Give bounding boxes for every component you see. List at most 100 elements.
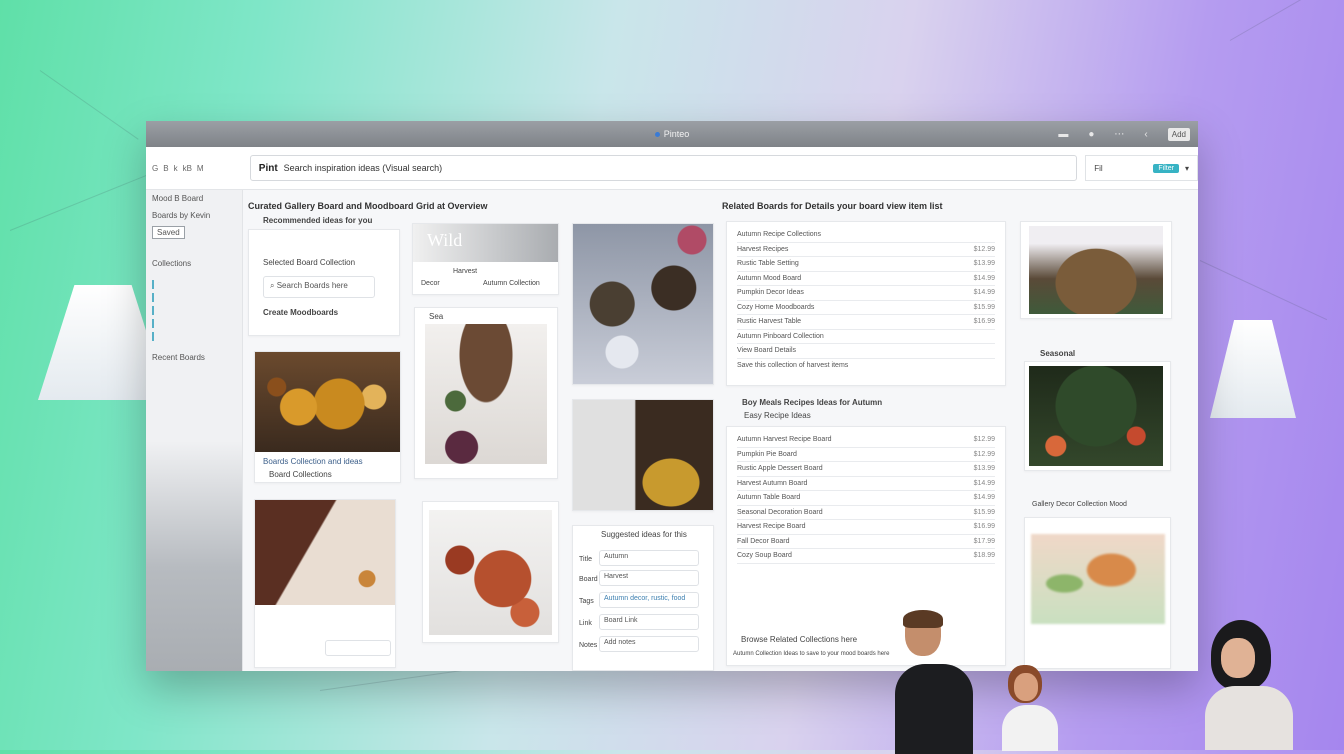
filter-badge[interactable]: Filter <box>1153 163 1179 173</box>
nav-item[interactable]: G <box>152 164 158 173</box>
list-row[interactable]: Autumn Harvest Recipe Board $12.99 <box>737 433 995 448</box>
grain-photo <box>425 324 547 464</box>
app-icon <box>654 131 660 137</box>
create-moodboard-link[interactable]: Create Moodboards <box>263 308 338 317</box>
card-item[interactable]: Selected Board Collection <box>263 258 355 267</box>
form-field[interactable]: Harvest <box>599 570 699 586</box>
list-footer[interactable]: Autumn Pinboard Collection <box>737 330 995 344</box>
window-title: Pinteo <box>654 129 689 139</box>
window-controls: ▬ ● ⋯ ‹ Add <box>1058 121 1190 147</box>
list-row[interactable]: Rustic Harvest Table $16.99 <box>737 315 995 330</box>
sidebar-list-item[interactable] <box>152 293 236 302</box>
app-window: Pinteo ▬ ● ⋯ ‹ Add G B k kB M Pint Searc… <box>146 121 1198 671</box>
pumpkin-caption-2: Board Collections <box>269 470 332 479</box>
filter-label: Fil <box>1094 163 1103 173</box>
more-icon[interactable]: ⋯ <box>1114 129 1124 140</box>
nav-item[interactable]: B <box>163 164 168 173</box>
sidebar: Mood B Board Boards by Kevin Saved Colle… <box>146 190 243 671</box>
pumpkin-card[interactable]: Boards Collection and ideas Board Collec… <box>254 351 401 483</box>
mid-heading: Boy Meals Recipes Ideas for Autumn <box>742 398 883 407</box>
sidebar-item[interactable]: Boards by Kevin <box>146 207 242 224</box>
banner-line: Harvest <box>453 268 478 275</box>
side-caption: Gallery Decor Collection Mood <box>1032 501 1127 508</box>
list-row[interactable]: Pumpkin Pie Board $12.99 <box>737 448 995 462</box>
related-heading: Related Boards for Details your board vi… <box>722 201 943 211</box>
filter-control[interactable]: Fil Filter ▾ <box>1085 155 1198 181</box>
sidebar-list-item[interactable] <box>152 280 236 289</box>
form-label: Title <box>579 556 592 563</box>
cafe-card[interactable] <box>1024 517 1171 669</box>
list-row[interactable]: Harvest Recipe Board $16.99 <box>737 520 995 535</box>
person-man <box>895 610 975 754</box>
form-field[interactable]: Add notes <box>599 636 699 652</box>
card-subheading: Recommended ideas for you <box>263 216 373 225</box>
back-icon[interactable]: ‹ <box>1144 129 1147 140</box>
mid-heading-2: Easy Recipe Ideas <box>744 411 811 420</box>
cafe-photo <box>1031 534 1165 624</box>
banner-line: Autumn Collection <box>483 280 540 287</box>
list-row[interactable]: Harvest Recipes $12.99 <box>737 243 995 257</box>
sidebar-top-item[interactable]: Mood B Board <box>146 190 242 207</box>
search-bar[interactable]: Pint Search inspiration ideas (Visual se… <box>249 155 1078 181</box>
nav-item[interactable]: k <box>174 164 178 173</box>
sidebar-list <box>152 280 236 341</box>
list-row[interactable]: Pumpkin Decor Ideas $14.99 <box>737 286 995 301</box>
chocolate-photo <box>255 500 395 605</box>
list-row[interactable]: Autumn Mood Board $14.99 <box>737 272 995 286</box>
list-row[interactable]: Cozy Soup Board $18.99 <box>737 549 995 564</box>
search-icon: ⌕ <box>270 281 277 290</box>
list-row[interactable]: Seasonal Decoration Board $15.99 <box>737 506 995 520</box>
sidebar-list-item[interactable] <box>152 306 236 315</box>
form-field[interactable]: Board Link <box>599 614 699 630</box>
nav-item[interactable]: kB <box>183 164 192 173</box>
list-row[interactable]: Autumn Recipe Collections <box>737 228 995 243</box>
form-label: Notes <box>579 642 598 649</box>
honey-card[interactable] <box>572 399 714 511</box>
form-label: Link <box>579 620 592 627</box>
list-row[interactable]: Cozy Home Moodboards $15.99 <box>737 301 995 315</box>
search-logo: Pint <box>258 162 278 174</box>
board-card[interactable]: Recommended ideas for you Selected Board… <box>248 216 400 336</box>
flowers-card[interactable] <box>1024 361 1171 471</box>
list-note: Save this collection of harvest items <box>737 361 849 369</box>
list-row[interactable]: Autumn Table Board $14.99 <box>737 491 995 506</box>
form-field[interactable]: Autumn decor, rustic, food <box>599 592 699 608</box>
chocolate-card[interactable] <box>254 499 396 668</box>
wall-crack <box>9 170 159 231</box>
sidebar-item[interactable]: Recent Boards <box>146 349 242 366</box>
jar-card[interactable] <box>572 223 714 385</box>
list-row[interactable]: Harvest Autumn Board $14.99 <box>737 477 995 491</box>
title-bar: Pinteo ▬ ● ⋯ ‹ Add <box>146 121 1198 147</box>
board-search-input[interactable]: ⌕ Search Boards here <box>263 276 375 298</box>
chevron-down-icon[interactable]: ▾ <box>1185 164 1189 173</box>
jar-photo <box>573 224 713 384</box>
notification-icon[interactable]: ● <box>1088 129 1094 140</box>
nav-item[interactable]: M <box>197 164 204 173</box>
copper-card[interactable] <box>422 501 559 643</box>
grain-card[interactable]: Sea <box>414 307 558 479</box>
list-row[interactable]: Fall Decor Board $17.99 <box>737 535 995 549</box>
honey-photo <box>573 400 713 510</box>
list-footer[interactable]: View Board Details <box>737 344 995 359</box>
list-row[interactable]: Rustic Table Setting $13.99 <box>737 257 995 272</box>
nav-items: G B k kB M <box>146 164 246 173</box>
form-field[interactable]: Autumn <box>599 550 699 566</box>
chocolate-input[interactable] <box>325 640 391 656</box>
banner-line: Decor <box>421 280 440 287</box>
form-label: Board <box>579 576 598 583</box>
add-button[interactable]: Add <box>1167 127 1190 141</box>
bottom-note[interactable]: Browse Related Collections here <box>741 635 857 644</box>
minimize-icon[interactable]: ▬ <box>1058 129 1068 140</box>
market-card[interactable] <box>1020 221 1172 319</box>
related-list-top: Autumn Recipe Collections Harvest Recipe… <box>726 221 1006 386</box>
person-woman-center <box>1000 665 1060 751</box>
sidebar-list-item[interactable] <box>152 319 236 328</box>
sidebar-section: Collections <box>152 259 192 268</box>
sidebar-list-item[interactable] <box>152 332 236 341</box>
list-row[interactable]: Rustic Apple Dessert Board $13.99 <box>737 462 995 477</box>
grain-caption: Sea <box>429 312 444 321</box>
search-input[interactable]: Search inspiration ideas (Visual search) <box>284 163 442 173</box>
banner-card[interactable]: Wild Harvest Decor Autumn Collection <box>412 223 559 295</box>
sidebar-chip[interactable]: Saved <box>152 226 185 239</box>
pumpkin-caption[interactable]: Boards Collection and ideas <box>263 457 363 466</box>
